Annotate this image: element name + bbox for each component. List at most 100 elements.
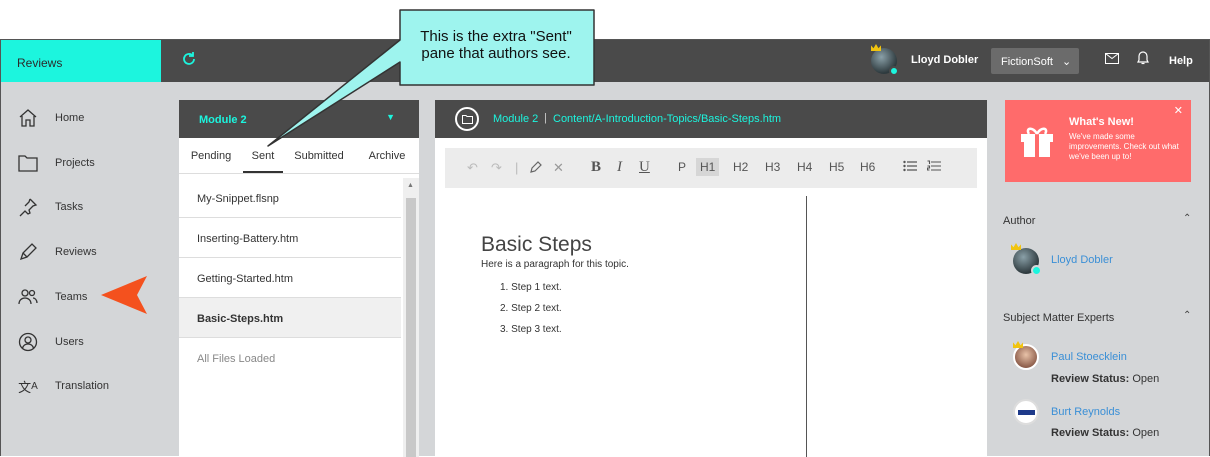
h4-button[interactable]: H4 <box>797 160 812 174</box>
sidebar-item-label: Reviews <box>55 246 97 258</box>
tab-submitted[interactable]: Submitted <box>283 138 355 173</box>
undo-icon[interactable]: ↶ <box>467 160 478 176</box>
sidebar-item-tasks[interactable]: Tasks <box>17 195 157 219</box>
h2-button[interactable]: H2 <box>733 160 748 174</box>
users-icon <box>17 286 39 308</box>
sidebar-item-reviews[interactable]: Reviews <box>17 240 157 264</box>
sme-avatar <box>1013 341 1039 370</box>
org-dropdown[interactable]: FictionSoft ⌄ <box>991 48 1079 74</box>
breadcrumb-path[interactable]: Content/A-Introduction-Topics/Basic-Step… <box>553 113 781 125</box>
author-section-title: Author <box>1003 215 1036 227</box>
right-panel: ✕ What's New! We've made some improvemen… <box>987 100 1209 457</box>
document-content[interactable]: Basic Steps Here is a paragraph for this… <box>445 196 807 457</box>
crown-icon <box>1011 243 1021 250</box>
pointer-arrow <box>101 276 147 314</box>
sidebar-item-projects[interactable]: Projects <box>17 151 157 175</box>
underline-button[interactable]: U <box>639 159 650 176</box>
file-list: My-Snippet.flsnp Inserting-Battery.htm G… <box>179 178 401 378</box>
scroll-up-icon[interactable]: ▲ <box>407 182 414 189</box>
sidebar-item-label: Users <box>55 336 84 348</box>
review-status-label: Review Status: <box>1051 427 1130 439</box>
whats-new-card[interactable]: ✕ What's New! We've made some improvemen… <box>1005 100 1191 182</box>
module-dropdown[interactable]: Module 2 ▼ <box>179 100 419 138</box>
doc-paragraph: Here is a paragraph for this topic. <box>481 259 629 270</box>
collapse-author-icon[interactable]: ⌃ <box>1183 213 1191 224</box>
doc-step: 2. Step 2 text. <box>500 303 562 314</box>
sidebar-item-users[interactable]: Users <box>17 330 157 354</box>
review-tabs: Pending Sent Submitted Archive <box>179 138 419 174</box>
whats-new-title: What's New! <box>1069 116 1134 128</box>
doc-step: 1. Step 1 text. <box>500 282 562 293</box>
caret-down-icon: ▼ <box>386 112 395 122</box>
mail-icon[interactable] <box>1105 52 1119 67</box>
tab-sent[interactable]: Sent <box>243 138 283 173</box>
tab-pending[interactable]: Pending <box>179 138 243 173</box>
paragraph-button[interactable]: P <box>678 160 686 174</box>
logo-image <box>1018 410 1035 415</box>
files-loaded-status: All Files Loaded <box>197 353 276 365</box>
file-item[interactable]: Inserting-Battery.htm <box>179 218 401 258</box>
sidebar-item-translation[interactable]: 文A Translation <box>17 374 157 398</box>
org-label: FictionSoft <box>1001 56 1053 68</box>
module-name: Module 2 <box>199 114 247 126</box>
chevron-down-icon: ⌄ <box>1062 56 1072 68</box>
sme-name[interactable]: Burt Reynolds <box>1051 406 1120 418</box>
user-name[interactable]: Lloyd Dobler <box>911 54 978 66</box>
clear-format-icon[interactable]: ✕ <box>553 160 564 176</box>
highlight-icon[interactable] <box>529 160 543 177</box>
file-item[interactable]: Getting-Started.htm <box>179 258 401 298</box>
editor-toolbar: ↶ ↷ | ✕ B I U P H1 H2 H3 H4 H5 H6 <box>445 148 977 188</box>
file-item-selected[interactable]: Basic-Steps.htm <box>179 298 401 338</box>
doc-heading: Basic Steps <box>481 233 592 256</box>
review-status-label: Review Status: <box>1051 373 1130 385</box>
close-icon[interactable]: ✕ <box>1174 104 1183 117</box>
review-status-value: Open <box>1132 427 1160 439</box>
sidebar: Home Projects Tasks Reviews Teams Users … <box>1 82 161 457</box>
h5-button[interactable]: H5 <box>829 160 844 174</box>
whats-new-body: We've made some improvements. Check out … <box>1069 132 1179 161</box>
sidebar-item-label: Tasks <box>55 201 84 213</box>
bullet-list-icon[interactable] <box>903 160 917 175</box>
breadcrumb-module[interactable]: Module 2 <box>493 113 538 125</box>
tab-archive[interactable]: Archive <box>355 138 419 173</box>
author-avatar <box>1011 243 1042 276</box>
file-item[interactable]: My-Snippet.flsnp <box>179 178 401 218</box>
sidebar-item-label: Projects <box>55 157 95 169</box>
sidebar-item-label: Translation <box>55 380 110 392</box>
h1-button[interactable]: H1 <box>696 158 720 176</box>
review-status-value: Open <box>1132 373 1160 385</box>
sidebar-item-label: Teams <box>55 291 88 303</box>
editor-panel: Module 2 | Content/A-Introduction-Topics… <box>435 100 987 457</box>
doc-step: 3. Step 3 text. <box>500 324 562 335</box>
help-link[interactable]: Help <box>1169 55 1193 67</box>
italic-button[interactable]: I <box>617 159 622 176</box>
h3-button[interactable]: H3 <box>765 160 780 174</box>
numbered-list-icon[interactable] <box>926 160 941 175</box>
folder-icon <box>17 152 39 174</box>
author-name[interactable]: Lloyd Dobler <box>1051 254 1113 266</box>
review-status: Review Status: Open <box>1051 427 1159 439</box>
files-panel: Module 2 ▼ Pending Sent Submitted Archiv… <box>179 100 419 457</box>
redo-icon[interactable]: ↷ <box>491 160 502 176</box>
scrollbar[interactable]: ▲ <box>403 178 419 457</box>
refresh-icon[interactable] <box>181 51 199 69</box>
sidebar-item-home[interactable]: Home <box>17 106 157 130</box>
sme-name[interactable]: Paul Stoecklein <box>1051 351 1127 363</box>
h6-button[interactable]: H6 <box>860 160 875 174</box>
breadcrumb-separator: | <box>544 112 547 124</box>
scroll-thumb[interactable] <box>406 198 416 457</box>
app-title[interactable]: Reviews <box>1 40 161 82</box>
bold-button[interactable]: B <box>591 159 601 176</box>
bell-icon[interactable] <box>1137 51 1149 68</box>
pencil-icon <box>17 241 39 263</box>
app-window: Reviews Lloyd Dobler FictionSoft ⌄ Help … <box>0 39 1210 457</box>
sme-section-title: Subject Matter Experts <box>1003 312 1115 324</box>
top-bar: Reviews Lloyd Dobler FictionSoft ⌄ Help <box>1 40 1209 82</box>
editor-header: Module 2 | Content/A-Introduction-Topics… <box>435 100 987 138</box>
sme-avatar <box>1013 399 1039 425</box>
home-icon <box>17 107 39 129</box>
user-avatar[interactable] <box>871 44 899 76</box>
collapse-sme-icon[interactable]: ⌃ <box>1183 310 1191 321</box>
folder-icon[interactable] <box>455 107 479 131</box>
user-circle-icon <box>17 331 39 353</box>
